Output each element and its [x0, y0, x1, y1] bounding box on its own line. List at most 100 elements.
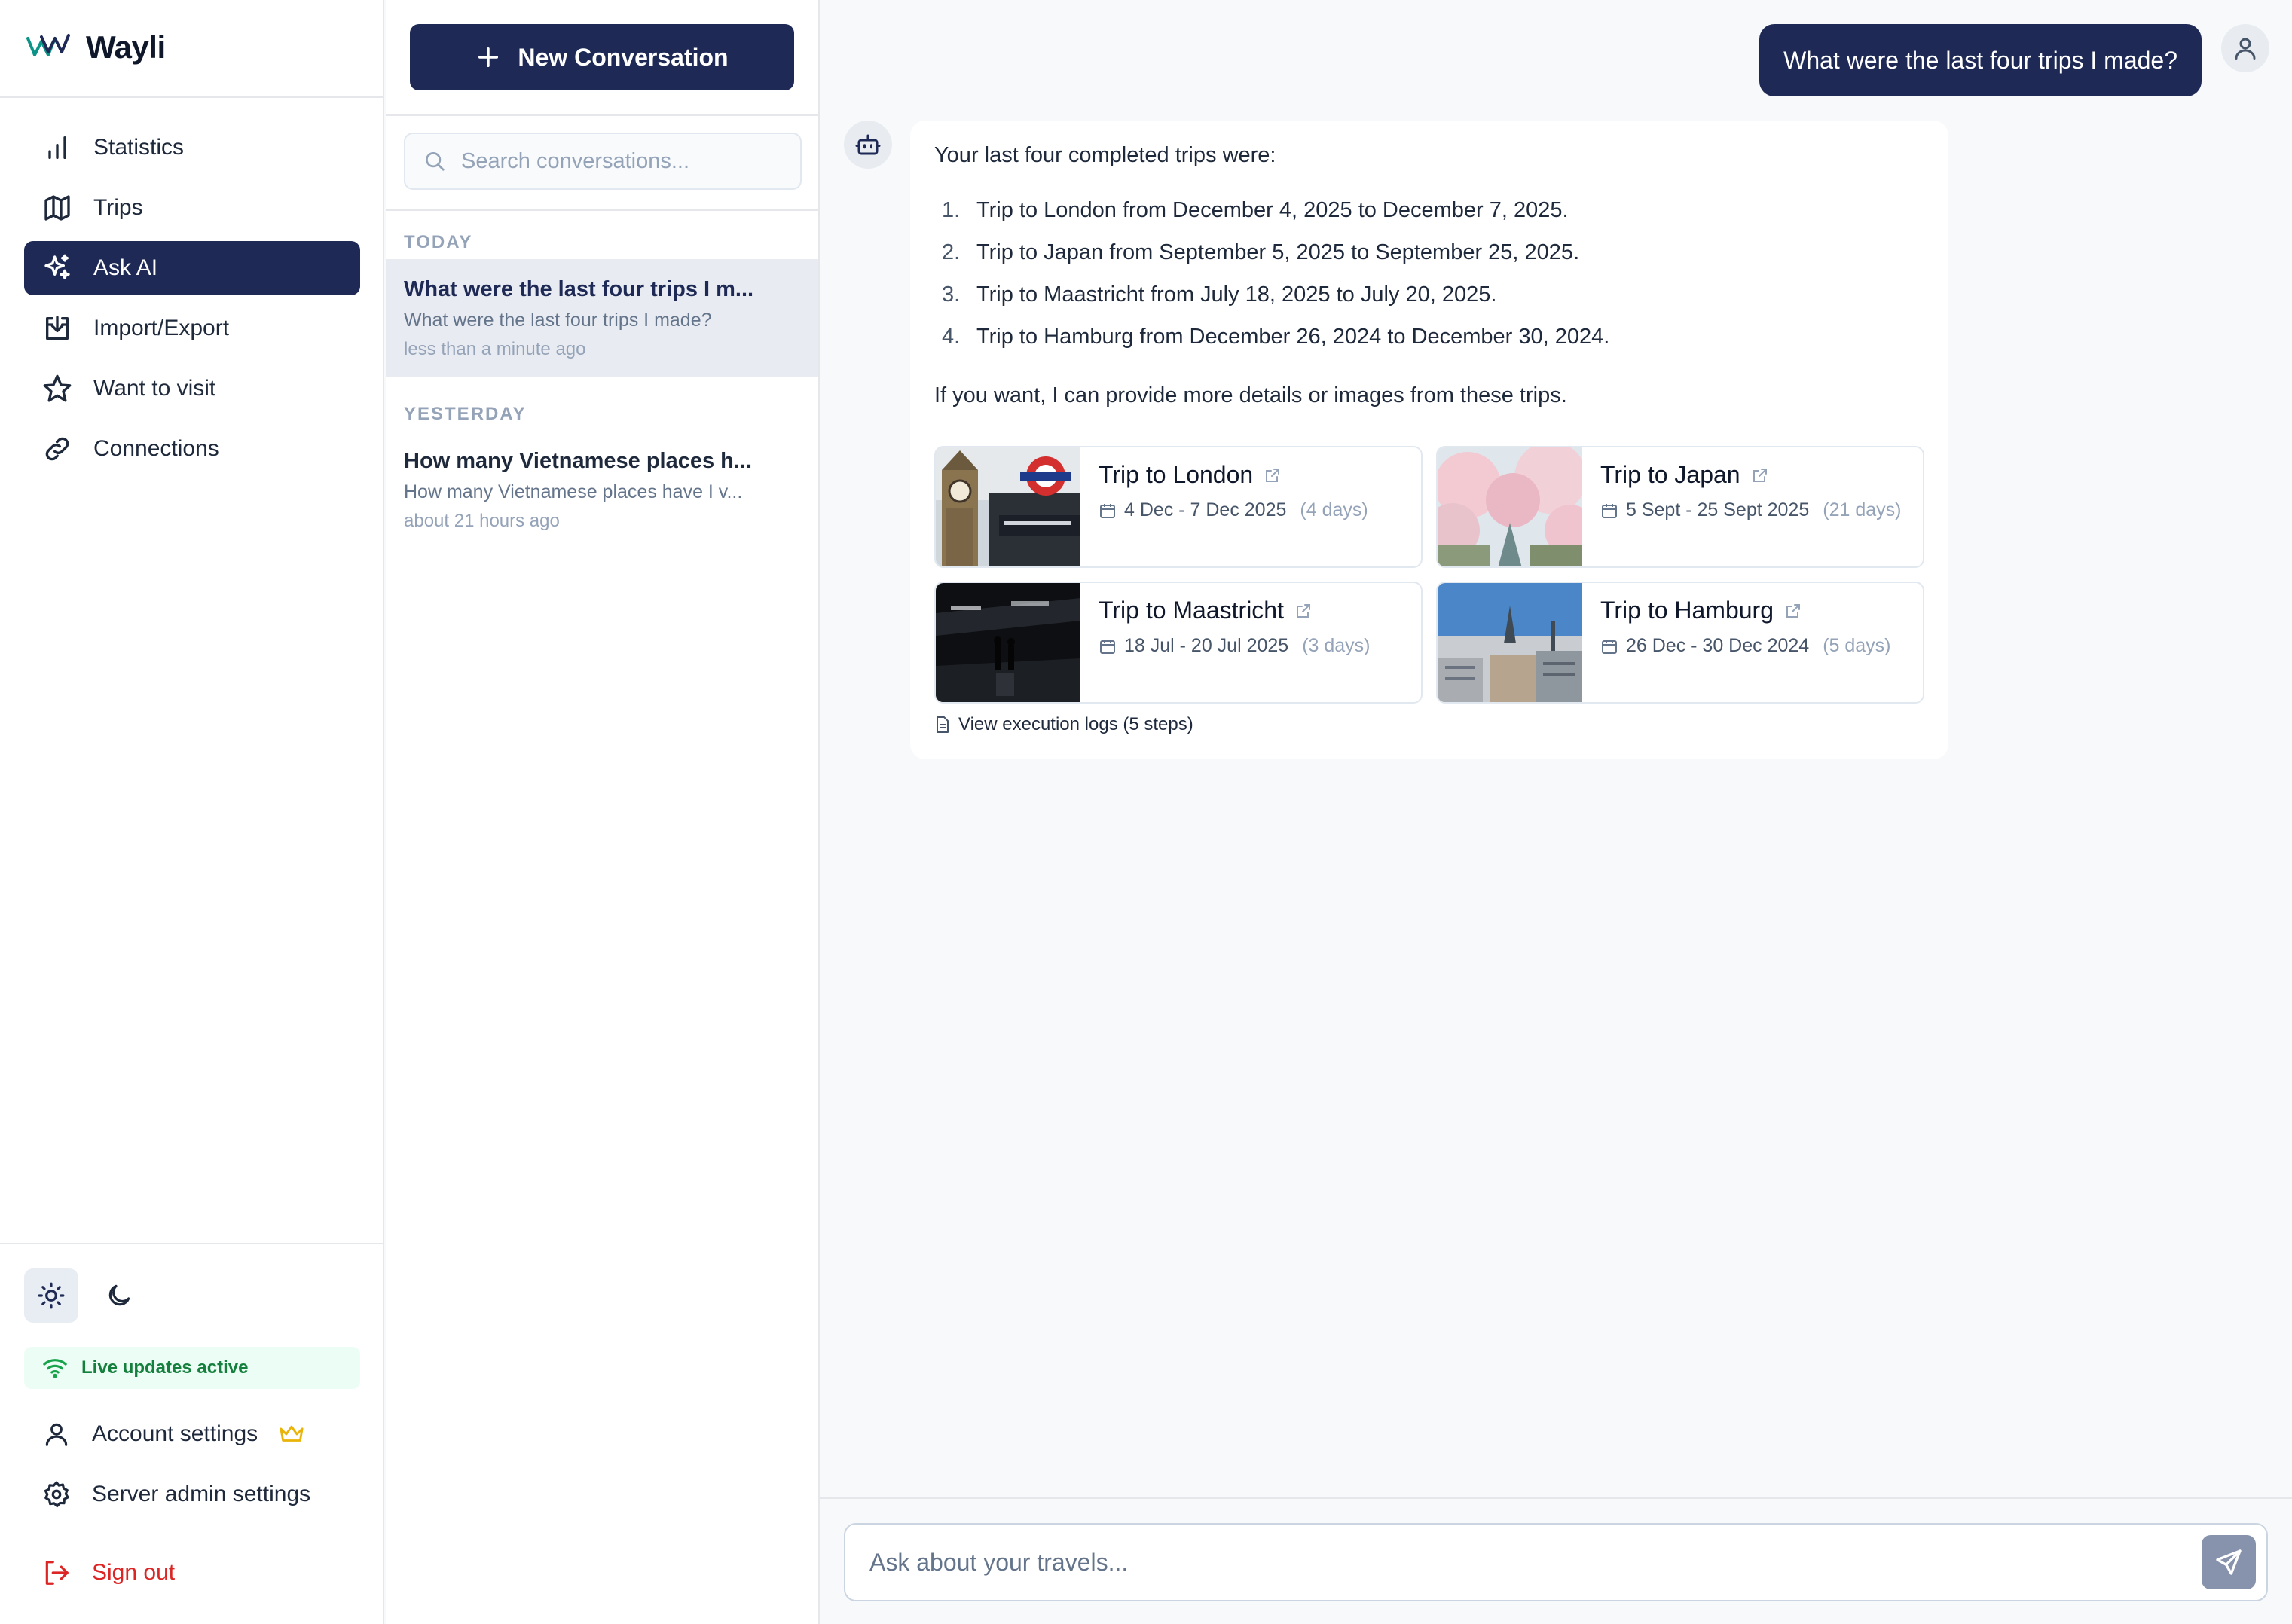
- account-settings-label: Account settings: [92, 1421, 258, 1446]
- map-icon: [44, 195, 70, 221]
- trip-cards: Trip to London 4 Dec - 7 Dec 2025 (4 day…: [934, 446, 1924, 705]
- sidebar-item-label: Ask AI: [93, 255, 158, 280]
- group-label-today: TODAY: [404, 232, 473, 252]
- live-updates-status: Live updates active: [24, 1347, 360, 1389]
- trip-image-london: [936, 447, 1080, 566]
- conversation-preview: What were the last four trips I made?: [404, 310, 712, 331]
- account-settings-link[interactable]: Account settings: [42, 1412, 304, 1457]
- trip-title: Trip to London: [1099, 461, 1368, 489]
- conversation-time: about 21 hours ago: [404, 511, 560, 531]
- list-number: 3.: [942, 282, 961, 307]
- brand[interactable]: Wayli: [26, 29, 166, 66]
- chat-composer: [844, 1523, 2268, 1601]
- moon-icon: [108, 1284, 130, 1306]
- new-conversation-button[interactable]: New Conversation: [410, 24, 794, 90]
- crown-icon: [280, 1425, 304, 1442]
- sidebar-item-label: Want to visit: [93, 376, 216, 401]
- trip-image-japan: [1438, 447, 1582, 566]
- view-execution-logs-link[interactable]: View execution logs (5 steps): [934, 714, 1193, 735]
- trip-image-maastricht: [936, 583, 1080, 702]
- message-input[interactable]: [869, 1548, 2150, 1577]
- send-button[interactable]: [2202, 1535, 2256, 1589]
- sign-out-button[interactable]: Sign out: [42, 1550, 175, 1595]
- calendar-icon: [1602, 503, 1617, 518]
- user-icon: [45, 1423, 68, 1446]
- trip-text: Trip to Hamburg 26 Dec - 30 Dec 2024 (5 …: [1600, 597, 1891, 657]
- main-nav: Statistics Trips Ask AI Import/Export Wa…: [24, 121, 360, 482]
- divider: [820, 1497, 2292, 1499]
- plus-icon: [478, 47, 499, 68]
- trip-title-text: Trip to Hamburg: [1600, 597, 1774, 624]
- list-item: 3. Trip to Maastricht from July 18, 2025 …: [934, 282, 1924, 325]
- answer-intro: Your last four completed trips were:: [934, 143, 1276, 167]
- list-item: 1. Trip to London from December 4, 2025 t…: [934, 198, 1924, 240]
- list-item: 2. Trip to Japan from September 5, 2025 t…: [934, 240, 1924, 282]
- group-label-yesterday: YESTERDAY: [404, 404, 527, 424]
- conversation-search: [404, 133, 802, 190]
- light-theme-button[interactable]: [24, 1268, 78, 1323]
- assistant-message: Your last four completed trips were: 1. T…: [910, 121, 1948, 759]
- trip-duration: (21 days): [1823, 499, 1902, 520]
- trip-dates: 18 Jul - 20 Jul 2025 (3 days): [1099, 635, 1371, 657]
- search-input[interactable]: [461, 148, 793, 174]
- chat-area: What were the last four trips I made? Yo…: [820, 0, 2292, 1624]
- sidebar: Wayli Statistics Trips Ask AI Import/Exp…: [0, 0, 384, 1624]
- star-icon: [43, 374, 72, 402]
- trip-dates: 5 Sept - 25 Sept 2025 (21 days): [1600, 499, 1901, 521]
- conversation-time: less than a minute ago: [404, 339, 586, 359]
- answer-outro: If you want, I can provide more details …: [934, 383, 1567, 408]
- divider: [386, 114, 820, 116]
- external-link-icon[interactable]: [1294, 602, 1313, 620]
- logs-label: View execution logs (5 steps): [958, 714, 1193, 734]
- sidebar-item-want-to-visit[interactable]: Want to visit: [24, 362, 360, 416]
- conversation-item[interactable]: What were the last four trips I m... Wha…: [386, 259, 818, 377]
- new-conversation-label: New Conversation: [518, 43, 729, 71]
- trip-text: Trip to London 4 Dec - 7 Dec 2025 (4 day…: [1099, 461, 1368, 521]
- list-item: 4. Trip to Hamburg from December 26, 2024…: [934, 325, 1924, 367]
- trip-date-range: 26 Dec - 30 Dec 2024: [1626, 635, 1810, 656]
- gear-icon: [44, 1481, 69, 1508]
- link-icon: [45, 437, 69, 461]
- trip-card-hamburg[interactable]: Trip to Hamburg 26 Dec - 30 Dec 2024 (5 …: [1436, 582, 1924, 704]
- trip-card-london[interactable]: Trip to London 4 Dec - 7 Dec 2025 (4 day…: [934, 446, 1423, 568]
- app-name: Wayli: [86, 29, 166, 65]
- list-text: Trip to Japan from September 5, 2025 to …: [976, 240, 1580, 264]
- calendar-icon: [1100, 503, 1115, 518]
- sidebar-item-label: Statistics: [93, 135, 185, 160]
- external-link-icon[interactable]: [1751, 466, 1769, 484]
- chart-bar-icon: [48, 136, 66, 159]
- sidebar-item-import-export[interactable]: Import/Export: [24, 301, 360, 356]
- user-icon: [2235, 38, 2256, 60]
- list-number: 2.: [942, 240, 961, 264]
- sidebar-item-ask-ai[interactable]: Ask AI: [24, 241, 360, 295]
- divider: [0, 96, 384, 98]
- sign-out-label: Sign out: [92, 1560, 176, 1585]
- sidebar-item-label: Import/Export: [93, 316, 230, 340]
- dark-theme-button[interactable]: [92, 1268, 146, 1323]
- sidebar-item-label: Connections: [93, 436, 219, 461]
- trip-card-japan[interactable]: Trip to Japan 5 Sept - 25 Sept 2025 (21 …: [1436, 446, 1924, 568]
- trip-title-text: Trip to Japan: [1600, 461, 1740, 488]
- download-icon: [46, 316, 69, 340]
- external-link-icon[interactable]: [1264, 466, 1282, 484]
- trip-list: 1. Trip to London from December 4, 2025 t…: [934, 198, 1924, 367]
- trip-title-text: Trip to Maastricht: [1099, 597, 1284, 624]
- logout-icon: [45, 1561, 69, 1585]
- server-admin-label: Server admin settings: [92, 1482, 311, 1506]
- wayli-logo-icon: [26, 31, 71, 65]
- sidebar-item-connections[interactable]: Connections: [24, 422, 360, 476]
- list-text: Trip to Maastricht from July 18, 2025 to…: [976, 282, 1497, 307]
- calendar-icon: [1100, 639, 1115, 654]
- list-text: Trip to Hamburg from December 26, 2024 t…: [976, 325, 1610, 349]
- sun-icon: [38, 1282, 65, 1309]
- trip-title: Trip to Hamburg: [1600, 597, 1891, 624]
- sidebar-item-trips[interactable]: Trips: [24, 181, 360, 235]
- calendar-icon: [1602, 639, 1617, 654]
- sidebar-item-statistics[interactable]: Statistics: [24, 121, 360, 175]
- trip-card-maastricht[interactable]: Trip to Maastricht 18 Jul - 20 Jul 2025 …: [934, 582, 1423, 704]
- conversation-item[interactable]: How many Vietnamese places h... How many…: [386, 431, 818, 548]
- trip-date-range: 18 Jul - 20 Jul 2025: [1124, 635, 1289, 656]
- server-admin-settings-link[interactable]: Server admin settings: [42, 1472, 310, 1517]
- external-link-icon[interactable]: [1784, 602, 1802, 620]
- theme-toggle: [24, 1268, 146, 1323]
